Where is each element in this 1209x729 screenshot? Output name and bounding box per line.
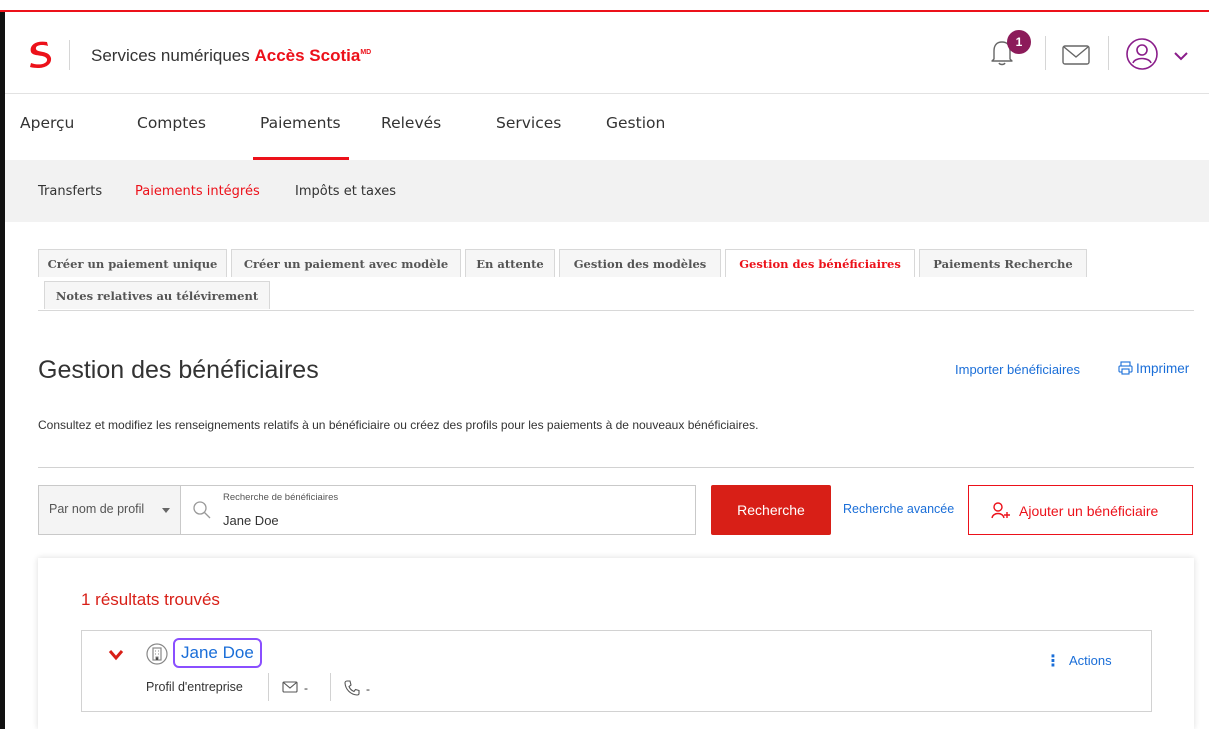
- app-header: Services numériques Accès ScotiaMD 1: [5, 12, 1209, 94]
- envelope-icon: [282, 681, 298, 693]
- search-field-label: Recherche de bénéficiaires: [223, 492, 339, 503]
- nav-item-apercu[interactable]: Aperçu: [20, 114, 74, 132]
- add-user-icon: [991, 502, 1010, 519]
- beneficiary-name-link[interactable]: Jane Doe: [173, 638, 262, 668]
- tab-gestion-beneficiaires[interactable]: Gestion des bénéficiaires: [725, 249, 915, 277]
- subnav-item-impots-taxes[interactable]: Impôts et taxes: [295, 184, 396, 199]
- nav-item-paiements[interactable]: Paiements: [260, 114, 341, 132]
- notification-badge: 1: [1007, 30, 1031, 54]
- phone-icon: [344, 680, 360, 696]
- printer-icon: [1118, 361, 1133, 375]
- top-accent-bar: [0, 0, 1209, 12]
- primary-nav: Aperçu Comptes Paiements Relevés Service…: [5, 94, 1209, 160]
- building-icon: [146, 643, 168, 665]
- section-divider: [38, 467, 1194, 468]
- page-title: Gestion des bénéficiaires: [38, 356, 319, 384]
- row-divider: [268, 673, 269, 701]
- page-description: Consultez et modifiez les renseignements…: [38, 418, 759, 432]
- tab-creer-paiement-unique[interactable]: Créer un paiement unique: [38, 249, 227, 277]
- subnav-item-paiements-integres[interactable]: Paiements intégrés: [135, 184, 260, 199]
- import-beneficiaries-link[interactable]: Importer bénéficiaires: [955, 362, 1080, 377]
- tab-paiements-recherche[interactable]: Paiements Recherche: [919, 249, 1087, 277]
- header-divider: [1108, 36, 1109, 70]
- caret-down-icon: [162, 508, 170, 513]
- scotiabank-logo[interactable]: [25, 39, 55, 69]
- beneficiary-email: -: [282, 681, 308, 695]
- nav-item-gestion[interactable]: Gestion: [606, 114, 665, 132]
- advanced-search-link[interactable]: Recherche avancée: [843, 502, 954, 516]
- search-icon: [193, 501, 211, 519]
- chevron-down-icon[interactable]: [1173, 50, 1189, 62]
- search-filter-select[interactable]: Par nom de profil: [38, 485, 181, 535]
- beneficiary-profile-type: Profil d'entreprise: [146, 680, 243, 694]
- nav-item-services[interactable]: Services: [496, 114, 561, 132]
- search-button[interactable]: Recherche: [711, 485, 831, 535]
- tab-notes-televirement[interactable]: Notes relatives au télévirement: [44, 281, 270, 309]
- secondary-nav: Transferts Paiements intégrés Impôts et …: [5, 160, 1209, 222]
- user-avatar-icon[interactable]: [1125, 37, 1159, 71]
- tab-gestion-modeles[interactable]: Gestion des modèles: [559, 249, 721, 277]
- row-actions-menu[interactable]: ⋮ Actions: [1045, 651, 1112, 671]
- tabs-baseline: [38, 310, 1194, 311]
- subnav-item-transferts[interactable]: Transferts: [38, 184, 102, 199]
- tab-en-attente[interactable]: En attente: [465, 249, 555, 277]
- search-input[interactable]: [223, 513, 623, 528]
- beneficiary-search-box[interactable]: Recherche de bénéficiaires: [180, 485, 696, 535]
- app-title: Services numériques Accès ScotiaMD: [91, 46, 372, 65]
- print-link[interactable]: Imprimer: [1118, 361, 1189, 376]
- header-divider: [69, 40, 70, 70]
- expand-chevron-icon[interactable]: [108, 649, 124, 661]
- beneficiary-row: Jane Doe Profil d'entreprise - - ⋮ Action…: [81, 630, 1152, 712]
- results-count: 1 résultats trouvés: [81, 590, 220, 609]
- header-divider: [1045, 36, 1046, 70]
- nav-item-releves[interactable]: Relevés: [381, 114, 441, 132]
- beneficiary-phone: -: [344, 680, 370, 696]
- row-divider: [330, 673, 331, 701]
- more-vertical-icon: ⋮: [1045, 653, 1061, 670]
- add-beneficiary-button[interactable]: Ajouter un bénéficiaire: [968, 485, 1193, 535]
- tab-creer-paiement-modele[interactable]: Créer un paiement avec modèle: [231, 249, 461, 277]
- mail-icon[interactable]: [1061, 43, 1091, 67]
- nav-item-comptes[interactable]: Comptes: [137, 114, 206, 132]
